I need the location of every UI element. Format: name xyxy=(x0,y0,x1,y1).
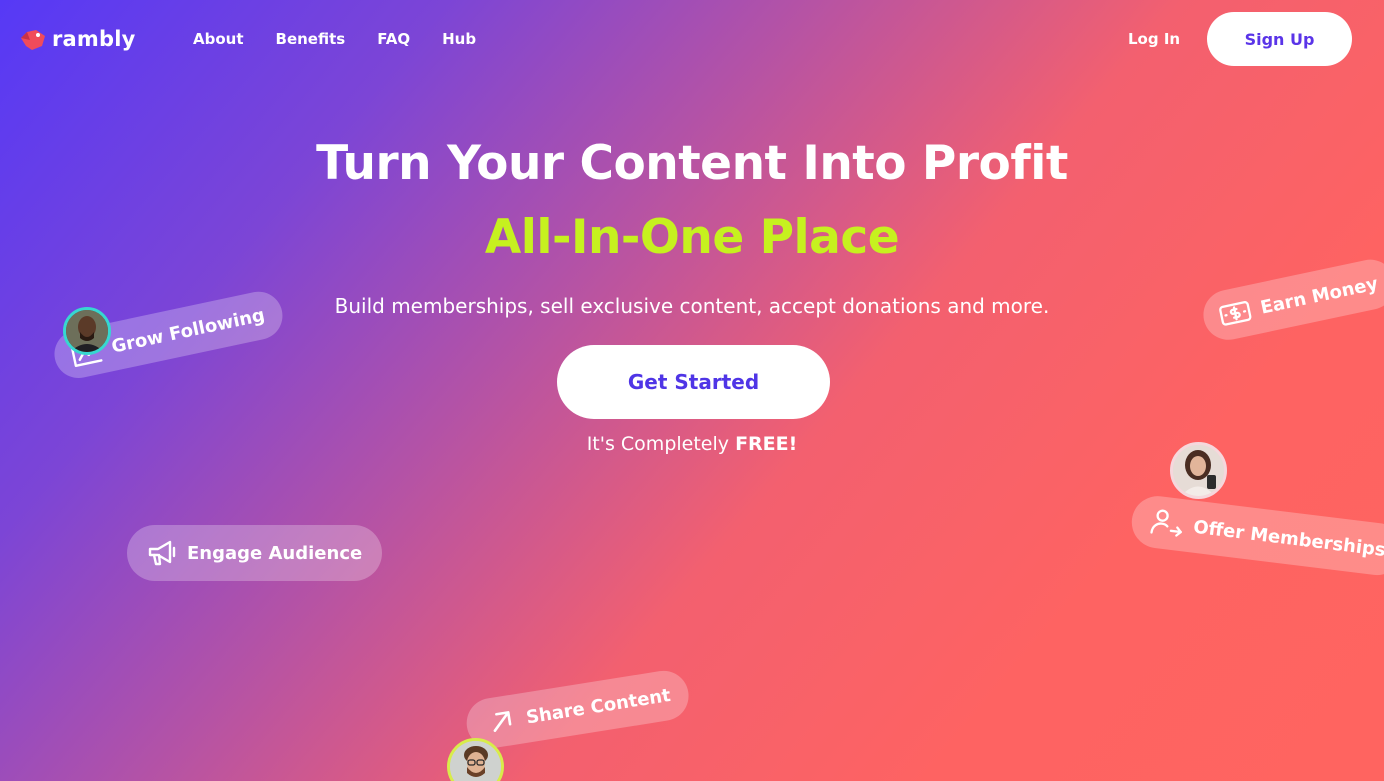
nav-link-hub[interactable]: Hub xyxy=(442,30,476,48)
feature-pill-earn-money: Earn Money xyxy=(1198,254,1384,345)
megaphone-icon xyxy=(148,540,176,566)
arrow-up-right-icon xyxy=(493,711,512,732)
signup-button[interactable]: Sign Up xyxy=(1207,12,1352,66)
feature-pill-engage-audience: Engage Audience xyxy=(127,525,383,581)
feature-label-earn-money: Earn Money xyxy=(1258,272,1380,319)
feature-pill-offer-memberships: Offer Memberships xyxy=(1128,493,1384,579)
brand-logo[interactable]: rambly xyxy=(18,24,136,54)
nav-link-benefits[interactable]: Benefits xyxy=(276,30,346,48)
nav-link-faq[interactable]: FAQ xyxy=(377,30,410,48)
nav-link-about[interactable]: About xyxy=(193,30,244,48)
feature-label-offer-memberships: Offer Memberships xyxy=(1192,516,1384,561)
user-arrow-icon xyxy=(1150,509,1182,537)
main-nav: About Benefits FAQ Hub xyxy=(193,30,508,48)
page-subtitle: All-In-One Place xyxy=(484,210,900,265)
brand-name: rambly xyxy=(52,27,136,51)
feature-label-share-content: Share Content xyxy=(524,684,673,728)
feature-pill-share-content: Share Content xyxy=(463,667,693,752)
page-title: Turn Your Content Into Profit xyxy=(316,136,1068,191)
hero-section: rambly About Benefits FAQ Hub Log In Sig… xyxy=(0,0,1384,781)
avatar xyxy=(63,307,111,355)
free-note-prefix: It's Completely xyxy=(586,433,736,455)
person-man-avatar-icon xyxy=(450,741,501,781)
bird-logo-icon xyxy=(21,30,45,50)
get-started-button[interactable]: Get Started xyxy=(557,345,830,419)
person-woman-avatar-icon xyxy=(1173,445,1224,496)
free-note-emphasis: FREE! xyxy=(735,433,798,455)
login-link[interactable]: Log In xyxy=(1128,30,1180,48)
money-icon xyxy=(1219,301,1252,326)
feature-label-engage-audience: Engage Audience xyxy=(187,542,363,564)
avatar xyxy=(1170,442,1227,499)
person-bald-avatar-icon xyxy=(66,310,108,352)
